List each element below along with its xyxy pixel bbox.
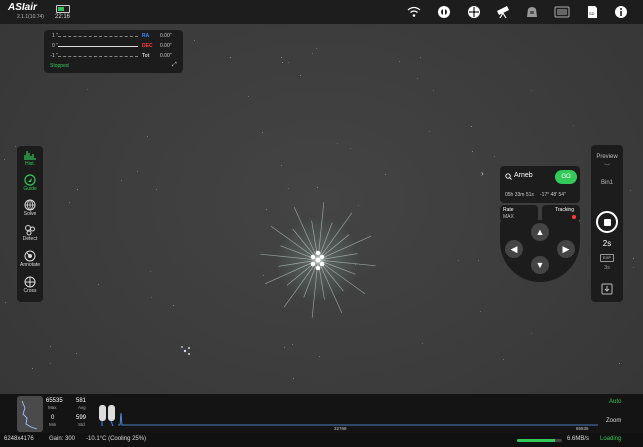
- goto-panel: Arneb GO 05h 33m 51s -17° 48' 54": [500, 166, 580, 203]
- image-resolution: 6248x4176: [4, 436, 34, 442]
- hist-max-value: 65535: [46, 398, 63, 404]
- ra-label: RA: [142, 33, 150, 39]
- go-button[interactable]: GO: [555, 170, 577, 184]
- auto-stretch-button[interactable]: Auto: [609, 399, 621, 405]
- annotate-icon: [24, 250, 36, 262]
- expand-icon[interactable]: ⤢: [172, 62, 177, 69]
- hist-std-value: 599: [76, 415, 87, 421]
- hist-min-label: Min: [49, 422, 57, 427]
- stop-icon: [604, 219, 611, 226]
- guide-y-label-mid: 0 ": [52, 43, 58, 49]
- top-bar: ASIair 2.1.1(10.74) 22:16 SD: [0, 0, 643, 24]
- app-version: 2.1.1(10.74): [17, 14, 44, 20]
- loading-progress-bar: [517, 439, 562, 442]
- app-logo[interactable]: ASIair: [8, 2, 37, 13]
- tool-label-annotate: Annotate: [19, 262, 41, 268]
- detect-stars-icon: [25, 225, 35, 236]
- histogram-icon: [24, 151, 36, 160]
- chevron-down-icon[interactable]: ︶: [591, 162, 623, 171]
- guide-y-label-bottom: -1 ": [50, 53, 58, 59]
- shutter-button[interactable]: [596, 211, 618, 233]
- histogram-thumbnail[interactable]: [17, 396, 43, 432]
- exposure-value: 2s: [602, 239, 612, 248]
- clock: 22:16: [55, 14, 71, 20]
- download-speed: 6.6MB/s: [567, 436, 590, 442]
- move-north-button[interactable]: ▲: [531, 223, 549, 241]
- histogram-plot[interactable]: [118, 405, 598, 427]
- guide-status: Stopped: [50, 63, 69, 69]
- tool-label-solve: Solve: [23, 211, 37, 217]
- search-icon: [505, 173, 512, 180]
- goto-dec-value: -17° 48' 54": [540, 192, 566, 198]
- dec-value: 0.00": [160, 43, 172, 49]
- preview-mode-label[interactable]: Preview: [591, 154, 623, 160]
- capture-panel: Preview ︶ Bin1 2s EXP 3s: [591, 145, 623, 302]
- plate-solve-icon: [24, 199, 36, 211]
- guide-gridline-bottom: [58, 56, 138, 57]
- rate-label: Rate: [503, 207, 514, 213]
- dec-label: DEC: [142, 43, 153, 49]
- loading-status: Loading: [600, 436, 622, 442]
- camera-icon[interactable]: [524, 4, 540, 20]
- download-icon[interactable]: [601, 283, 613, 295]
- tool-detect[interactable]: Detect: [17, 224, 43, 242]
- exposure-badge[interactable]: EXP: [600, 254, 614, 262]
- tracking-status-indicator: [572, 215, 576, 219]
- tool-histogram[interactable]: Hist.: [17, 149, 43, 167]
- move-east-button[interactable]: ▶: [557, 240, 575, 258]
- hist-avg-label: Avg: [78, 405, 86, 410]
- gain-value: Gain: 300: [49, 436, 76, 442]
- zoom-button[interactable]: Zoom: [606, 418, 621, 424]
- hist-avg-value: 581: [76, 398, 87, 404]
- tool-guide[interactable]: Guide: [17, 174, 43, 192]
- exposure-setting[interactable]: 3s: [591, 265, 623, 271]
- tracking-label: Tracking: [555, 207, 574, 213]
- hist-min-value: 0: [51, 415, 55, 421]
- move-south-button[interactable]: ▼: [531, 256, 549, 274]
- tool-cross[interactable]: Cross: [17, 276, 43, 294]
- tool-label-histogram: Hist.: [25, 161, 35, 167]
- guide-gridline-top: [58, 36, 138, 37]
- tool-solve[interactable]: Solve: [17, 199, 43, 217]
- hist-max-label: Max: [48, 405, 57, 410]
- tool-label-guide: Guide: [23, 186, 37, 192]
- goto-target-input[interactable]: Arneb: [514, 172, 533, 179]
- sensor-temperature: -10.1°C (Cooling 25%): [86, 436, 147, 442]
- tot-label: Tot: [142, 53, 150, 59]
- left-tool-panel: Hist. Guide Solve Detect Annotate Cross: [17, 146, 43, 302]
- battery-icon: [56, 5, 70, 13]
- sd-card-icon[interactable]: SD: [584, 4, 600, 20]
- collapse-panel-icon[interactable]: ›: [481, 169, 484, 178]
- hist-axis-max: 65535: [576, 426, 589, 431]
- move-west-button[interactable]: ◀: [505, 240, 523, 258]
- ra-value: 0.00": [160, 33, 172, 39]
- bin-label[interactable]: Bin1: [591, 180, 623, 186]
- tool-label-detect: Detect: [22, 236, 38, 242]
- goto-ra-value: 05h 33m 51s: [505, 192, 534, 198]
- mode-icon[interactable]: [436, 4, 452, 20]
- guide-zero-line: [58, 46, 138, 47]
- info-icon[interactable]: [613, 4, 629, 20]
- guide-y-label-top: 1 ": [52, 33, 58, 39]
- tool-label-cross: Cross: [23, 288, 37, 294]
- svg-text:SD: SD: [589, 11, 595, 16]
- storage-icon[interactable]: [554, 4, 570, 20]
- hist-std-label: Std: [78, 422, 85, 427]
- crosshair-icon: [24, 276, 36, 288]
- guide-icon: [24, 174, 36, 186]
- mount-icon[interactable]: [466, 4, 482, 20]
- hist-axis-mid: 32768: [334, 426, 347, 431]
- tool-annotate[interactable]: Annotate: [17, 250, 43, 268]
- guide-graph-panel[interactable]: 1 " 0 " -1 " RA 0.00" DEC 0.00" Tot 0.00…: [44, 30, 183, 73]
- wifi-icon[interactable]: [406, 4, 422, 20]
- stretch-handles[interactable]: [98, 402, 118, 428]
- tot-value: 0.00": [160, 53, 172, 59]
- telescope-icon[interactable]: [495, 4, 511, 20]
